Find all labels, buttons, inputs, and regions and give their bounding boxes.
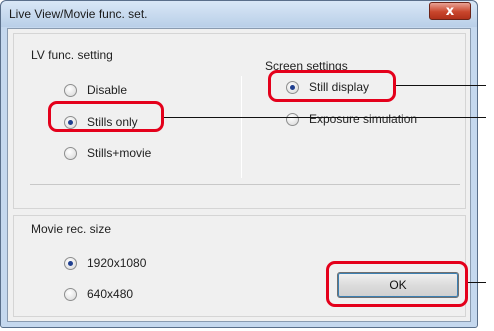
radio-stills-movie[interactable]: Stills+movie — [64, 146, 151, 160]
radio-button-icon — [64, 146, 77, 160]
radio-button-icon — [64, 287, 77, 301]
movie-rec-size-heading: Movie rec. size — [31, 222, 112, 236]
radio-exposure-simulation[interactable]: Exposure simulation — [286, 112, 417, 126]
highlight-still-display — [268, 70, 396, 102]
radio-label: Stills+movie — [87, 146, 152, 160]
radio-label: 640x480 — [87, 287, 134, 301]
highlight-ok-button — [326, 261, 468, 307]
radio-1920x1080[interactable]: 1920x1080 — [64, 256, 146, 270]
radio-label: Exposure simulation — [309, 112, 418, 126]
lv-func-heading: LV func. setting — [31, 48, 113, 62]
callout-line-ok — [468, 282, 486, 283]
close-button[interactable]: x — [429, 2, 471, 20]
highlight-stills-only — [48, 101, 164, 132]
radio-button-icon — [64, 83, 77, 97]
radio-button-icon — [286, 112, 299, 126]
vertical-divider — [241, 76, 242, 178]
radio-label: Disable — [87, 83, 128, 97]
horizontal-divider — [30, 184, 460, 185]
close-icon: x — [445, 3, 455, 19]
callout-line-still-display — [396, 85, 486, 86]
callout-line-stills-only — [164, 117, 486, 118]
title-bar[interactable]: Live View/Movie func. set. x — [1, 1, 477, 27]
radio-button-selected-icon — [64, 256, 77, 270]
window-title: Live View/Movie func. set. — [9, 7, 148, 21]
radio-disable[interactable]: Disable — [64, 83, 127, 97]
radio-label: 1920x1080 — [87, 256, 147, 270]
radio-640x480[interactable]: 640x480 — [64, 287, 133, 301]
